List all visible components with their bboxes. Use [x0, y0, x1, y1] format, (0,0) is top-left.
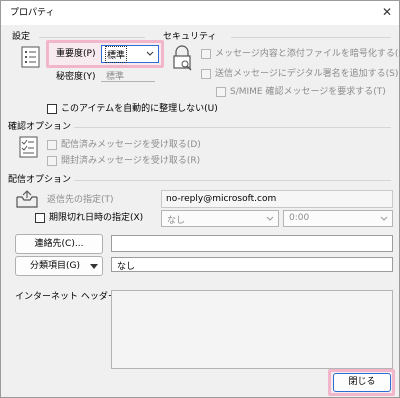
- tracking-list-icon: [19, 136, 38, 158]
- envelope-tray-icon: [16, 190, 38, 208]
- expires-date-value: なし: [167, 216, 186, 226]
- categories-value: なし: [117, 262, 136, 272]
- categories-button-label: 分類項目(G): [30, 261, 80, 271]
- sensitivity-label: 秘密度(Y): [56, 72, 96, 82]
- properties-dialog: プロパティ ✕ 設定 重要度(P) 標準 秘密度(Y) 標準 このアイテムを自動…: [0, 0, 400, 398]
- sensitivity-select[interactable]: 標準: [101, 69, 155, 82]
- tracking-section-label: 確認オプション: [8, 122, 72, 132]
- sign-checkbox[interactable]: [201, 69, 211, 79]
- encrypt-label: メッセージ内容と添付ファイルを暗号化する(E): [215, 49, 400, 59]
- settings-list-icon: [21, 46, 40, 68]
- chevron-down-icon: [266, 216, 274, 221]
- replies-to-label: 返信先の指定(T): [47, 195, 114, 205]
- read-receipt-label: 開封済みメッセージを受け取る(R): [61, 156, 201, 166]
- smime-label: S/MIME 確認メッセージを要求する(T): [230, 87, 386, 97]
- chevron-down-icon: [380, 216, 388, 221]
- importance-value: 標準: [104, 46, 128, 63]
- delivery-receipt-checkbox[interactable]: [47, 140, 57, 150]
- sensitivity-value: 標準: [106, 72, 125, 82]
- title-bar: プロパティ ✕: [1, 1, 399, 25]
- read-receipt-checkbox[interactable]: [47, 156, 57, 166]
- settings-divider: [39, 37, 145, 38]
- expires-time-value: 0:00: [289, 213, 310, 223]
- sign-label: 送信メッセージにデジタル署名を追加する(S): [215, 69, 399, 79]
- close-button[interactable]: 閉じる: [333, 373, 391, 392]
- auto-archive-checkbox[interactable]: [47, 104, 57, 114]
- window-title: プロパティ: [10, 8, 55, 18]
- importance-label: 重要度(P): [56, 49, 96, 59]
- importance-select[interactable]: 標準: [101, 45, 159, 63]
- close-icon[interactable]: ✕: [379, 4, 395, 20]
- chevron-down-icon: [146, 51, 154, 56]
- expires-date-select[interactable]: なし: [161, 210, 279, 227]
- categories-field[interactable]: なし: [111, 257, 393, 272]
- tracking-divider: [74, 127, 391, 128]
- contacts-field[interactable]: [111, 235, 393, 252]
- expires-checkbox[interactable]: [35, 213, 45, 223]
- auto-archive-label: このアイテムを自動的に整理しない(U): [61, 104, 218, 114]
- replies-to-value: no-reply@microsoft.com: [166, 194, 277, 204]
- security-divider: [231, 37, 391, 38]
- chevron-down-icon: [90, 264, 98, 269]
- settings-section-label: 設定: [12, 32, 31, 42]
- lock-icon: [173, 45, 192, 71]
- security-section-label: セキュリティ: [163, 32, 217, 42]
- delivery-section-label: 配信オプション: [8, 175, 72, 185]
- replies-to-field[interactable]: no-reply@microsoft.com: [161, 190, 393, 208]
- encrypt-checkbox[interactable]: [201, 49, 211, 59]
- categories-button[interactable]: 分類項目(G): [15, 256, 103, 276]
- delivery-receipt-label: 配信済みメッセージを受け取る(D): [61, 140, 201, 150]
- contacts-button[interactable]: 連絡先(C)...: [15, 234, 103, 254]
- delivery-divider: [74, 180, 391, 181]
- internet-headers-textarea[interactable]: [111, 290, 393, 369]
- expires-time-select[interactable]: 0:00: [283, 210, 393, 227]
- expires-label: 期限切れ日時の指定(X): [49, 213, 144, 223]
- smime-checkbox[interactable]: [216, 87, 226, 97]
